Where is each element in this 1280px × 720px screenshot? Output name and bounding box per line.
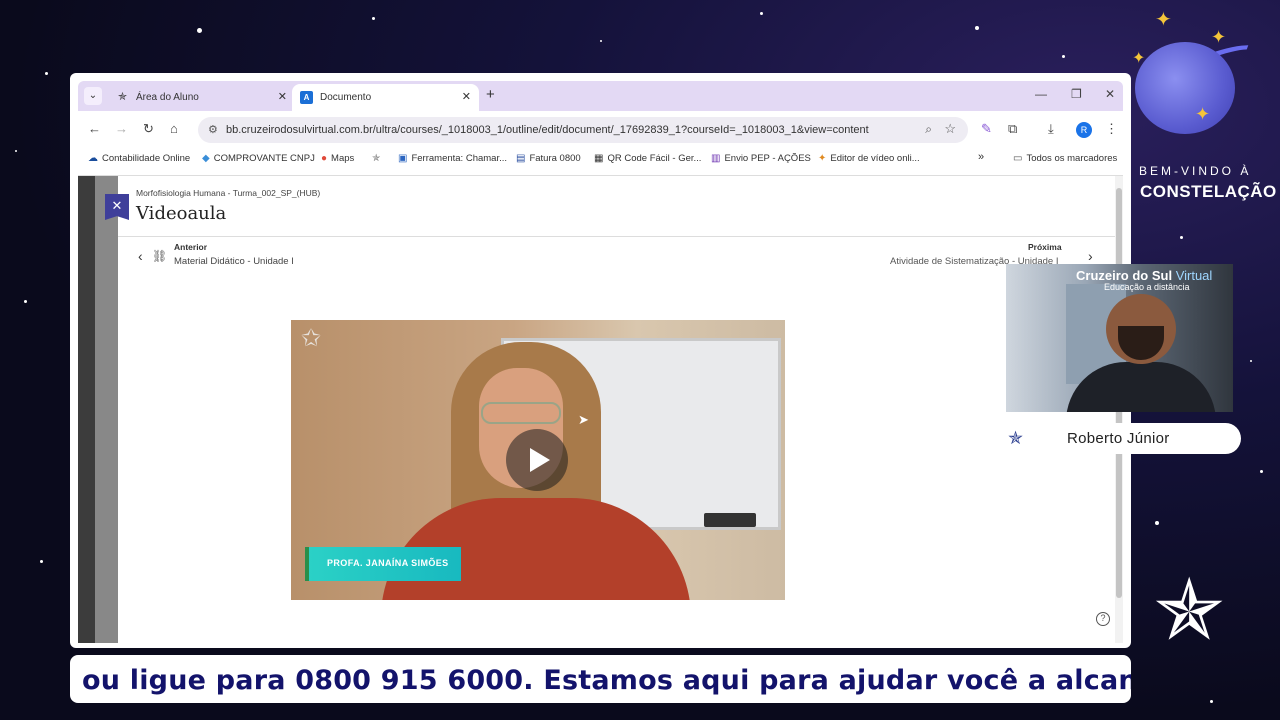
- zoom-icon[interactable]: ⌕: [925, 122, 932, 137]
- star-logo-icon: ✯: [1008, 428, 1024, 448]
- list-icon: ▥: [711, 153, 721, 164]
- cloud-icon: ☁: [88, 153, 98, 164]
- url-text: bb.cruzeirodosulvirtual.com.br/ultra/cou…: [226, 124, 869, 136]
- close-tab-icon[interactable]: ✕: [462, 84, 471, 111]
- chevron-left-icon[interactable]: ‹: [138, 248, 143, 264]
- bookmark-fatura[interactable]: ▤ Fatura 0800: [516, 153, 581, 164]
- course-page: ✕ Morfofisiologia Humana - Turma_002_SP_…: [78, 175, 1123, 643]
- video-caption: PROFA. JANAÍNA SIMÕES: [327, 558, 449, 568]
- home-icon[interactable]: ⌂: [170, 121, 178, 136]
- bookmark-comprovante[interactable]: ◆ COMPROVANTE CNPJ: [202, 153, 315, 164]
- tab-search-button[interactable]: ⌄: [84, 87, 102, 105]
- constellation-planet-logo: [1135, 42, 1235, 134]
- welcome-line-1: BEM-VINDO À: [1139, 164, 1252, 178]
- previous-label: Anterior: [174, 242, 208, 252]
- gold-star-icon: ✦: [1132, 50, 1146, 67]
- video-lower-third: PROFA. JANAÍNA SIMÕES: [305, 547, 461, 581]
- restore-icon[interactable]: ❐: [1071, 87, 1082, 101]
- ticker-text: ou ligue para 0800 915 6000. Estamos aqu…: [82, 665, 1131, 696]
- mouse-cursor-icon: ➤: [578, 412, 589, 427]
- cam-brand-sub: Educação a distância: [1104, 282, 1190, 292]
- play-button[interactable]: [506, 429, 568, 491]
- diamond-icon: ◆: [202, 153, 210, 164]
- new-tab-button[interactable]: +: [486, 86, 495, 103]
- bookmark-star-icon[interactable]: ☆: [944, 121, 956, 137]
- address-bar[interactable]: ⚙ bb.cruzeirodosulvirtual.com.br/ultra/c…: [198, 117, 968, 143]
- page-title: Videoaula: [136, 203, 227, 224]
- bookmark-qrcode[interactable]: ▦ QR Code Fácil - Ger...: [594, 153, 701, 164]
- back-icon[interactable]: ←: [88, 121, 101, 136]
- document-favicon-icon: A: [300, 91, 313, 104]
- extensions-icon[interactable]: ⧉: [1008, 121, 1017, 137]
- map-pin-icon: ●: [321, 153, 328, 164]
- course-sidebar: [78, 176, 118, 643]
- constellation-star-logo-icon: ✯: [1154, 563, 1225, 657]
- star-favicon-icon: ✯: [117, 91, 128, 103]
- minimize-icon[interactable]: —: [1035, 87, 1047, 101]
- site-info-icon[interactable]: ⚙: [208, 123, 218, 136]
- watermark-star-icon: ✩: [301, 325, 322, 352]
- gold-star-icon: ✦: [1211, 27, 1227, 47]
- help-icon[interactable]: ?: [1096, 612, 1110, 626]
- all-bookmarks[interactable]: ▭ Todos os marcadores: [1013, 153, 1117, 164]
- bookmark-editor-video[interactable]: ✦ Editor de vídeo onli...: [818, 153, 920, 164]
- bookmarks-bar: ☁ Contabilidade Online ◆ COMPROVANTE CNPJ …: [78, 149, 1123, 171]
- browser-window: ⌄ ✯ Área do Aluno ✕ A Documento ✕ + — ❐ …: [70, 73, 1131, 648]
- welcome-line-2: CONSTELAÇÃO: [1140, 182, 1277, 201]
- bookmark-maps[interactable]: ● Maps: [321, 153, 354, 164]
- forward-icon[interactable]: →: [115, 121, 128, 136]
- link-icon: ⛓: [152, 249, 168, 263]
- close-window-icon[interactable]: ✕: [1105, 87, 1115, 101]
- folder-icon: ▭: [1013, 153, 1023, 164]
- presenter-webcam: Cruzeiro do Sul Virtual Educação a distâ…: [1006, 264, 1233, 412]
- tab-label: Área do Aluno: [136, 92, 199, 103]
- bookmark-contabilidade[interactable]: ☁ Contabilidade Online: [88, 153, 190, 164]
- next-label: Próxima: [1028, 242, 1062, 252]
- browser-toolbar: ← → ↻ ⌂ ⚙ bb.cruzeirodosulvirtual.com.br…: [78, 111, 1123, 149]
- presenter-name-bar: ✯ Roberto Júnior: [992, 423, 1241, 454]
- download-icon[interactable]: ⤓: [1048, 121, 1054, 137]
- qr-icon: ▦: [594, 153, 604, 164]
- cam-brand: Cruzeiro do Sul Virtual: [1076, 268, 1213, 283]
- pen-extension-icon[interactable]: ✎: [981, 121, 992, 137]
- breadcrumb[interactable]: Morfofisiologia Humana - Turma_002_SP_(H…: [136, 188, 320, 198]
- tool-icon: ▣: [398, 153, 408, 164]
- profile-avatar[interactable]: R: [1076, 122, 1092, 138]
- gold-star-icon: ✦: [1195, 104, 1211, 124]
- previous-item-link[interactable]: Material Didático - Unidade I: [174, 256, 294, 267]
- tab-documento[interactable]: A Documento ✕: [292, 84, 479, 111]
- video-editor-icon: ✦: [818, 153, 827, 164]
- bookmark-star[interactable]: ✯: [372, 153, 384, 164]
- video-player[interactable]: ✩ ➤ PROFA. JANAÍNA SIMÕES: [291, 320, 785, 600]
- menu-icon[interactable]: ⋮: [1105, 121, 1118, 137]
- bookmark-ferramenta[interactable]: ▣ Ferramenta: Chamar...: [398, 153, 507, 164]
- star-icon: ✯: [372, 153, 381, 164]
- bookmark-envio-pep[interactable]: ▥ Envio PEP - AÇÕES: [711, 153, 811, 164]
- invoice-icon: ▤: [516, 153, 526, 164]
- divider: [118, 236, 1118, 237]
- tab-bar: ⌄ ✯ Área do Aluno ✕ A Documento ✕ + — ❐ …: [78, 81, 1123, 111]
- chevron-right-icon[interactable]: ›: [1088, 248, 1093, 264]
- reload-icon[interactable]: ↻: [143, 121, 154, 137]
- close-tab-icon[interactable]: ✕: [278, 84, 287, 111]
- more-bookmarks-icon[interactable]: »: [978, 151, 984, 163]
- gold-star-icon: ✦: [1155, 9, 1172, 31]
- tab-label: Documento: [320, 92, 372, 103]
- ticker-bar: ou ligue para 0800 915 6000. Estamos aqu…: [70, 655, 1131, 703]
- presenter-name: Roberto Júnior: [1067, 430, 1170, 447]
- tab-area-do-aluno[interactable]: ✯ Área do Aluno ✕: [108, 84, 295, 111]
